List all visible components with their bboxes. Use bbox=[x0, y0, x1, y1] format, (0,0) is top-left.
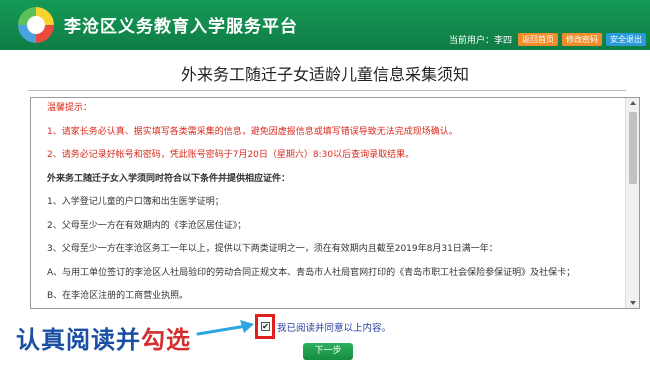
annotation-text-2: 勾选 bbox=[141, 326, 191, 354]
site-title: 李沧区义务教育入学服务平台 bbox=[64, 17, 298, 37]
home-button[interactable]: 返回首页 bbox=[518, 33, 558, 46]
current-user-label: 当前用户：李四 bbox=[448, 36, 512, 46]
top-header-bar: 李沧区义务教育入学服务平台 当前用户：李四 返回首页 修改密码 安全退出 bbox=[0, 0, 650, 50]
change-password-button[interactable]: 修改密码 bbox=[562, 33, 602, 46]
pointer-arrow-icon bbox=[196, 320, 254, 336]
next-step-button[interactable]: 下一步 bbox=[303, 343, 353, 360]
condition-1: 1、入学登记儿童的户口簿和出生医学证明； bbox=[47, 197, 224, 207]
condition-3b: B、在李沧区注册的工商营业执照。 bbox=[47, 291, 189, 301]
annotation-text-1: 认真阅读并 bbox=[16, 326, 141, 354]
conditions-heading: 外来务工随迁子女入学须同时符合以下条件并提供相应证件： bbox=[47, 173, 291, 184]
instruction-annotation: 认真阅读并勾选 bbox=[16, 320, 191, 355]
agree-label[interactable]: 我已阅读并同意以上内容。 bbox=[277, 320, 391, 334]
notice-scrollbar[interactable] bbox=[625, 98, 639, 308]
title-divider bbox=[28, 90, 626, 91]
notice-content: 温馨提示： 1、请家长务必认真、据实填写各类需采集的信息，避免因虚报信息或填写错… bbox=[31, 98, 627, 308]
notice-heading: 温馨提示： bbox=[47, 103, 93, 113]
notice-box[interactable]: 温馨提示： 1、请家长务必认真、据实填写各类需采集的信息，避免因虚报信息或填写错… bbox=[30, 97, 640, 309]
platform-logo-icon bbox=[18, 7, 54, 43]
logout-button[interactable]: 安全退出 bbox=[606, 33, 646, 46]
user-area: 当前用户：李四 返回首页 修改密码 安全退出 bbox=[449, 33, 646, 46]
scroll-up-icon[interactable] bbox=[630, 101, 636, 105]
page-title: 外来务工随迁子女适龄儿童信息采集须知 bbox=[180, 65, 469, 84]
scroll-down-icon[interactable] bbox=[630, 301, 636, 305]
condition-3: 3、父母至少一方在李沧区务工一年以上，提供以下两类证明之一，须在有效期内且截至2… bbox=[47, 244, 498, 254]
scrollbar-thumb[interactable] bbox=[629, 112, 637, 184]
notice-tip-1: 1、请家长务必认真、据实填写各类需采集的信息，避免因虚报信息或填写错误导致无法完… bbox=[47, 126, 458, 137]
agree-checkbox[interactable]: ✔ bbox=[261, 322, 270, 331]
condition-3a: A、与用工单位签订的李沧区人社局验印的劳动合同正规文本、青岛市人社局官网打印的《… bbox=[47, 267, 576, 278]
condition-2: 2、父母至少一方在有效期内的《李沧区居住证》； bbox=[47, 220, 247, 231]
notice-tip-2: 2、请务必记录好帐号和密码，凭此账号密码于7月20日（星期六）8:30以后查询录… bbox=[47, 150, 415, 160]
